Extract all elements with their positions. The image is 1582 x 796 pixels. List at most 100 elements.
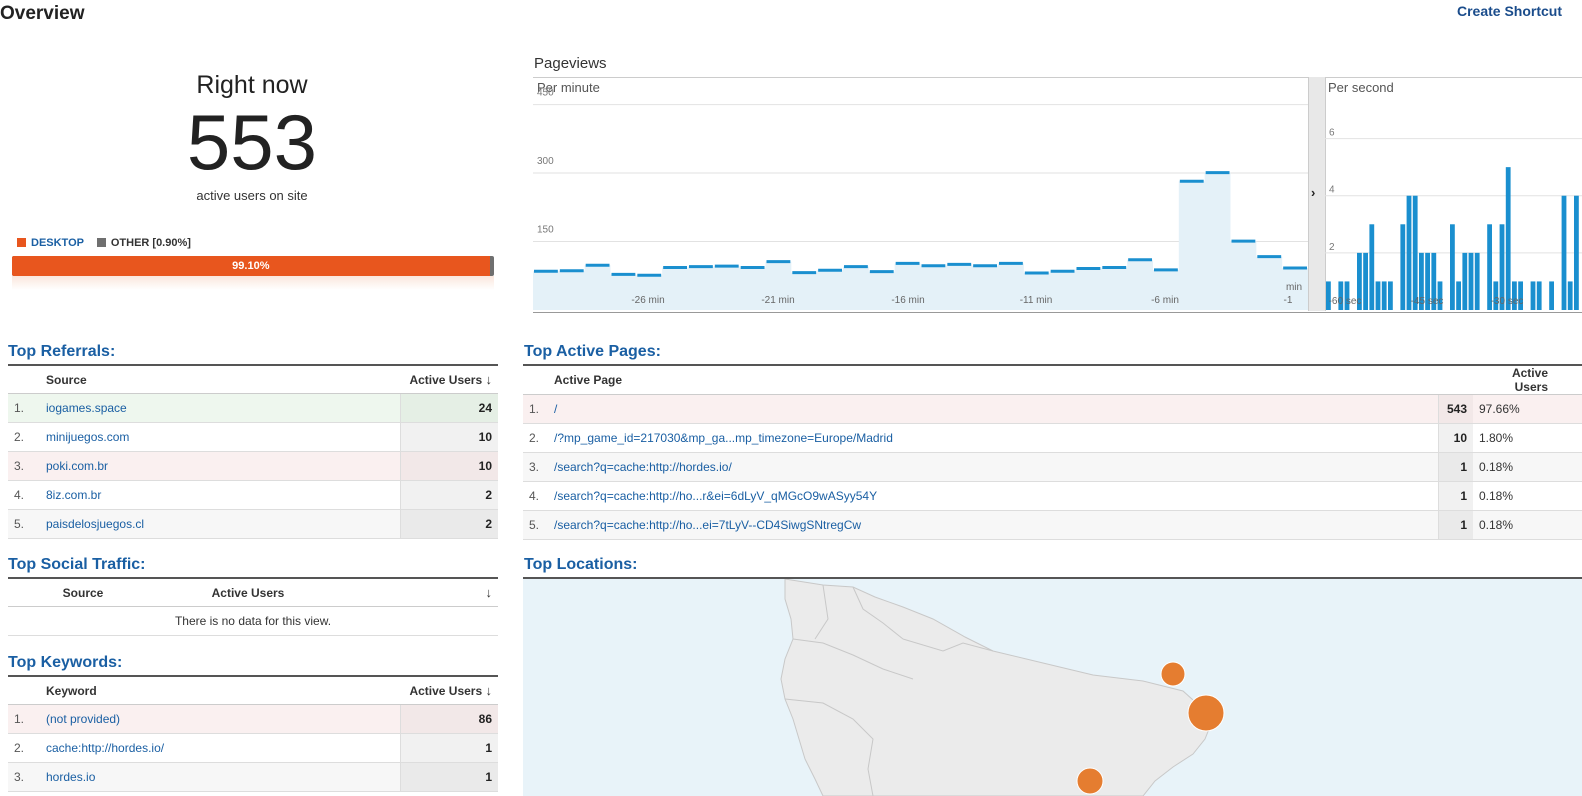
y-tick-label: 300 (537, 156, 554, 167)
create-shortcut-link[interactable]: Create Shortcut (1457, 3, 1562, 19)
active-users-percent: 0.18% (1473, 452, 1582, 482)
active-users-percent: 0.18% (1473, 481, 1582, 511)
desktop-swatch (17, 238, 26, 247)
row-index: 3. (523, 452, 548, 482)
y-tick-label: 150 (537, 225, 554, 236)
row-index: 2. (8, 733, 40, 763)
top-keywords-table: Keyword Active Users ↓ 1. (not provided) 8… (8, 675, 498, 792)
x-tick-label: -16 min (891, 295, 924, 306)
south-america-landmass (780, 579, 1212, 796)
per-second-bar (1468, 252, 1474, 310)
top-pages-title: Top Active Pages: (524, 343, 661, 360)
row-index: 1. (8, 704, 40, 734)
table-row[interactable]: 3. hordes.io 1 (8, 762, 498, 792)
per-second-bar (1474, 252, 1480, 310)
y-tick-label: 6 (1329, 128, 1335, 139)
active-page-link[interactable]: /search?q=cache:http://ho...r&ei=6dLyV_q… (548, 481, 1438, 511)
table-row[interactable]: 4. 8iz.com.br 2 (8, 480, 498, 510)
locations-map[interactable] (523, 577, 1582, 796)
table-row[interactable]: 5. paisdelosjuegos.cl 2 (8, 509, 498, 539)
referral-source-link[interactable]: poki.com.br (40, 451, 400, 481)
referral-source-link[interactable]: minijuegos.com (40, 422, 400, 452)
top-referrals-title: Top Referrals: (8, 343, 116, 360)
col-header-active-page[interactable]: Active Page (548, 364, 1438, 395)
active-users-value: 2 (399, 509, 498, 539)
legend-desktop[interactable]: DESKTOP (17, 237, 87, 249)
device-share-bar: 99.10% (12, 256, 494, 276)
per-second-bar (1567, 281, 1573, 310)
row-index: 2. (523, 423, 548, 453)
sort-down-icon[interactable]: ↓ (486, 683, 493, 698)
row-index: 1. (523, 394, 548, 424)
top-referrals-table: Source Active Users ↓ 1. iogames.space 24 2… (8, 364, 498, 539)
row-index: 4. (523, 481, 548, 511)
device-bar-reflection (12, 276, 494, 290)
col-header-active-users[interactable]: Active Users (1473, 364, 1582, 395)
col-header-source[interactable]: Source (40, 364, 400, 394)
right-now-panel: Right now 553 active users on site (8, 70, 496, 203)
x-tick-label: -21 min (761, 295, 794, 306)
per-second-bar (1363, 252, 1368, 310)
other-swatch (96, 238, 106, 247)
referral-source-link[interactable]: paisdelosjuegos.cl (40, 509, 400, 539)
table-row[interactable]: 4./search?q=cache:http://ho...r&ei=6dLyV… (523, 481, 1582, 511)
table-row[interactable]: 3. poki.com.br 10 (8, 451, 498, 481)
per-second-bar (1369, 224, 1375, 310)
x-tick-label: -26 min (631, 295, 664, 306)
per-second-bar (1381, 281, 1387, 310)
col-header-active-users[interactable]: Active Users ↓ (400, 675, 498, 705)
table-row[interactable]: 2. minijuegos.com 10 (8, 422, 498, 452)
sort-down-icon[interactable]: ↓ (486, 372, 493, 387)
per-second-bar (1450, 224, 1455, 310)
per-second-bar (1462, 252, 1468, 310)
device-legend: DESKTOP OTHER [0.90%] (17, 237, 201, 249)
keyword-link[interactable]: (not provided) (40, 704, 400, 734)
table-row[interactable]: 2./?mp_game_id=217030&mp_ga...mp_timezon… (523, 423, 1582, 453)
table-row[interactable]: 2. cache:http://hordes.io/1 (8, 733, 498, 763)
x-unit-label: min (1286, 282, 1302, 293)
active-page-link[interactable]: / (548, 394, 1438, 424)
x-tick-label: -60 sec (1329, 296, 1362, 307)
table-row[interactable]: 3./search?q=cache:http://hordes.io/1 0.18… (523, 452, 1582, 482)
per-second-chart: 2 4 6 -60 sec -45 sec -30 sec (1325, 128, 1582, 310)
table-row[interactable]: 5./search?q=cache:http://ho...ei=7tLyV--… (523, 510, 1582, 540)
legend-other[interactable]: OTHER [0.90%] (96, 237, 191, 249)
col-header-source[interactable]: Source (8, 577, 158, 607)
per-second-bar (1549, 281, 1554, 310)
chevron-right-icon[interactable]: › (1311, 185, 1315, 200)
table-row[interactable]: 1./543 97.66% (523, 394, 1582, 424)
map-svg (780, 579, 1225, 796)
active-page-link[interactable]: /search?q=cache:http://hordes.io/ (548, 452, 1438, 482)
row-index: 5. (8, 509, 40, 539)
col-header-keyword[interactable]: Keyword (40, 675, 400, 705)
top-pages-table: Active Page Active Users 1./543 97.66% 2. /… (523, 364, 1582, 540)
per-second-bar (1505, 167, 1511, 310)
col-header-active-users[interactable]: Active Users ↓ (400, 364, 498, 394)
right-now-label: Right now (196, 71, 308, 99)
top-locations-title: Top Locations: (524, 556, 638, 573)
keyword-link[interactable]: hordes.io (40, 762, 400, 792)
top-social-title: Top Social Traffic: (8, 556, 146, 573)
sort-down-icon[interactable]: ↓ (486, 585, 493, 600)
active-users-count: 553 (186, 98, 318, 186)
active-users-value: 1 (1437, 510, 1473, 540)
referral-source-link[interactable]: 8iz.com.br (40, 480, 400, 510)
col-header-active-users-label: Active Users (409, 373, 483, 387)
per-second-bar (1530, 281, 1536, 310)
active-page-link[interactable]: /?mp_game_id=217030&mp_ga...mp_timezone=… (548, 423, 1438, 453)
x-tick-label: -30 sec (1491, 296, 1524, 307)
table-row[interactable]: 1. iogames.space 24 (8, 393, 498, 423)
location-marker (1160, 661, 1186, 687)
y-tick-label: 450 (537, 88, 554, 99)
active-users-value: 10 (399, 451, 498, 481)
keyword-link[interactable]: cache:http://hordes.io/ (40, 733, 400, 763)
page-title: Overview (0, 3, 85, 24)
table-row[interactable]: 1. (not provided) 86 (8, 704, 498, 734)
active-page-link[interactable]: /search?q=cache:http://ho...ei=7tLyV--CD… (548, 510, 1438, 540)
referral-source-link[interactable]: iogames.space (40, 393, 400, 423)
per-second-bar (1375, 281, 1381, 310)
col-header-active-users[interactable]: Active Users (158, 577, 338, 607)
y-tick-label: 4 (1329, 185, 1335, 196)
x-tick-label: -45 sec (1411, 296, 1444, 307)
per-second-bar (1456, 281, 1461, 310)
